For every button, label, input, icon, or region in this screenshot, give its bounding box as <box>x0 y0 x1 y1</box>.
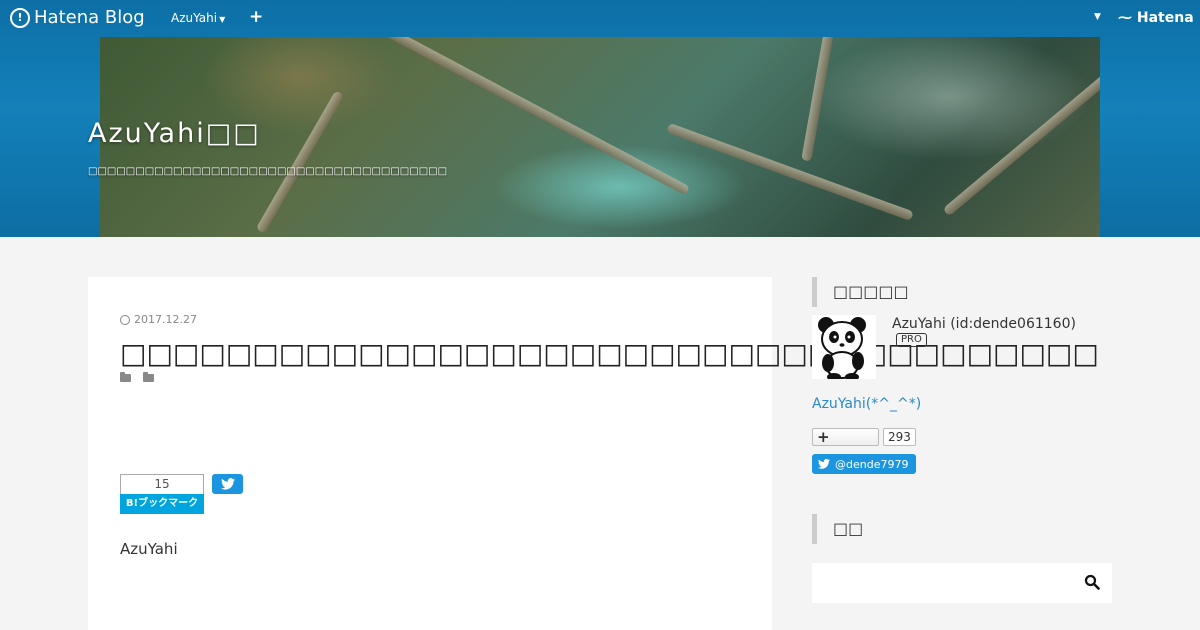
header-image-log <box>255 90 345 234</box>
header-image-log <box>942 67 1100 217</box>
add-button[interactable]: + <box>249 7 263 27</box>
twitter-icon <box>818 459 830 469</box>
header-image-log <box>801 37 839 162</box>
folder-icon[interactable] <box>120 372 131 382</box>
twitter-follow-button[interactable]: @dende7979 <box>812 454 916 474</box>
clock-icon <box>120 314 130 325</box>
search-input[interactable] <box>812 563 1072 603</box>
profile-link[interactable]: AzuYahi(*^_^*) <box>812 396 921 412</box>
blog-description: □□□□□□□□□□□□□□□□□□□□□□□□□□□□□□□□□□□□□□ <box>88 166 448 177</box>
avatar[interactable] <box>812 315 876 379</box>
caret-down-icon[interactable]: ▼ <box>1094 12 1101 22</box>
header-image-log <box>666 122 914 222</box>
hatena-wifi-icon: ⁓ <box>1118 10 1132 26</box>
hatena-blog-logo-text: Hatena Blog <box>34 7 145 28</box>
twitter-handle: @dende7979 <box>835 457 909 471</box>
entry-date[interactable]: 2017.12.27 <box>120 313 197 326</box>
profile-heading: □□□□□ <box>812 277 909 307</box>
user-menu[interactable]: AzuYahi ▼ <box>171 11 225 25</box>
user-menu-label: AzuYahi <box>171 11 218 25</box>
plus-icon: + <box>249 7 264 27</box>
folder-icon[interactable] <box>143 372 154 382</box>
follower-count[interactable]: 293 <box>883 428 916 446</box>
bookmark-count: 15 <box>120 474 204 494</box>
profile-name[interactable]: AzuYahi (id:dende061160) <box>892 316 1076 332</box>
plus-icon: + <box>817 428 830 446</box>
search-heading: □□ <box>812 514 863 544</box>
bookmark-label: B!ブックマーク <box>120 494 204 514</box>
hatena-bookmark-button[interactable]: 15 B!ブックマーク <box>120 474 204 514</box>
entry-date-text: 2017.12.27 <box>134 313 197 326</box>
article-card: 2017.12.27 □□□□□□□□□□□□□□□□□□□□□□□□□□□□□… <box>88 277 1099 630</box>
entry-categories <box>120 372 154 382</box>
search-button[interactable] <box>1082 573 1102 593</box>
follow-button[interactable]: + <box>812 428 879 446</box>
caret-down-icon: ▼ <box>219 15 226 24</box>
hatena-blog-logo[interactable]: ! Hatena Blog <box>10 7 145 28</box>
tweet-button[interactable] <box>212 474 243 494</box>
search-icon <box>1084 574 1100 590</box>
hatena-logo-text: Hatena <box>1136 10 1194 26</box>
blog-title[interactable]: AzuYahi□□ <box>88 118 261 149</box>
hatena-logo[interactable]: ⁓ Hatena <box>1118 10 1194 26</box>
entry-title[interactable]: □□□□□□□□□□□□□□□□□□□□□□□□□□□□□□□□□□□□□ <box>120 337 1099 370</box>
twitter-icon <box>220 478 235 490</box>
search-module <box>812 563 1112 603</box>
hatena-blog-mark-icon: ! <box>10 7 30 28</box>
panda-avatar-icon <box>812 315 876 379</box>
global-header: ! Hatena Blog AzuYahi ▼ + ▼ ⁓ Hatena <box>0 0 1200 37</box>
pro-badge[interactable]: PRO <box>896 333 927 347</box>
entry-author[interactable]: AzuYahi <box>120 540 178 558</box>
